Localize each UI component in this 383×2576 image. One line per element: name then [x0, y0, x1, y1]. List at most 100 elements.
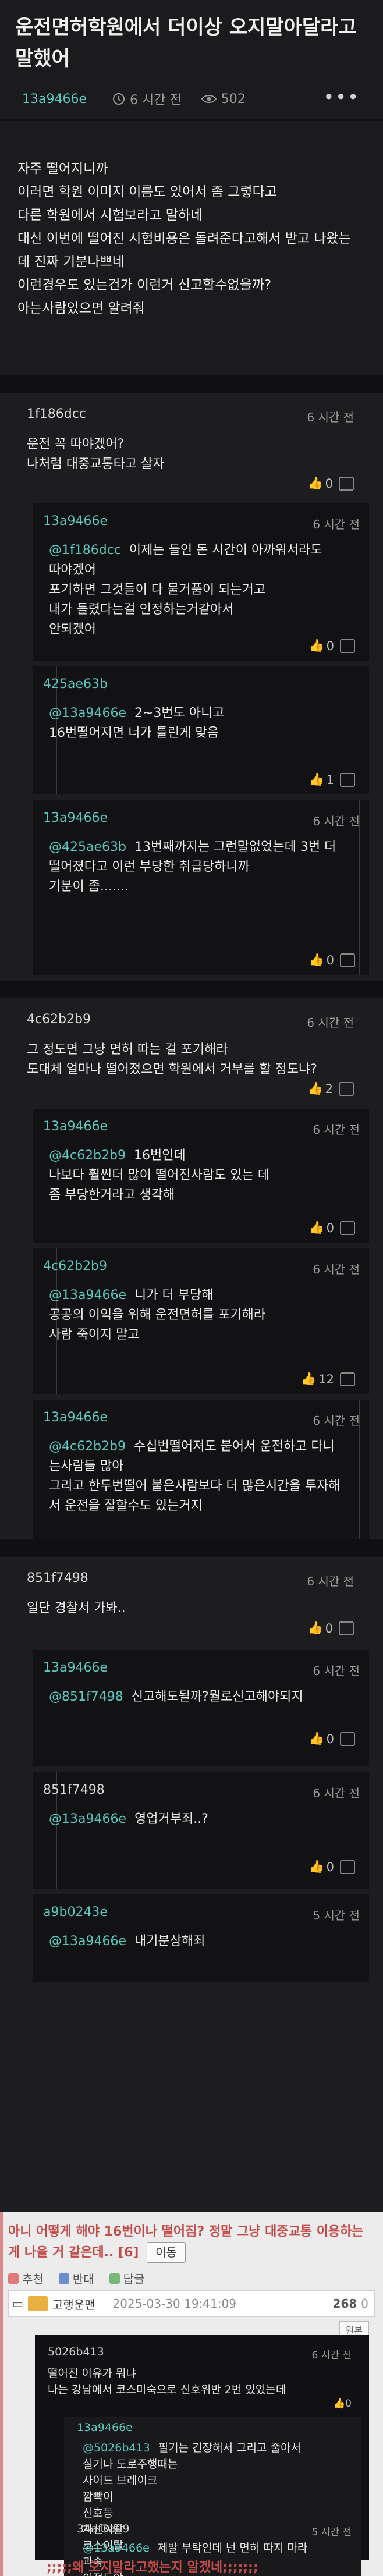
thumb-up-icon: 👍	[307, 1621, 323, 1635]
comment-time: 6 시간 전	[307, 1574, 354, 1588]
comment-text: 그 정도면 그냥 면허 따는 걸 포기해라 도대체 얼마나 떨어졌으면 학원에서…	[27, 1040, 317, 1080]
reply-line: 16번인데	[134, 1148, 186, 1163]
post-views-wrap: 502	[201, 92, 246, 107]
go-button[interactable]: 이동	[147, 2242, 186, 2263]
like-button[interactable]: 👍 0	[308, 1220, 355, 1235]
vote-row: 추천 반대 답글	[8, 2270, 144, 2287]
repost-num: 268 0	[333, 2297, 368, 2311]
thumb-down-icon[interactable]	[339, 1621, 354, 1635]
embed-text: @13a9466e 제발 부탁인데 넌 면허 따지 마라	[83, 2540, 307, 2556]
embed-like-count: 0	[345, 2398, 352, 2410]
thumb-down-icon[interactable]	[340, 772, 355, 787]
repost-user[interactable]: 고행운맨	[52, 2295, 95, 2312]
thumb-down-icon[interactable]	[340, 953, 355, 967]
like-button[interactable]: 👍 1	[308, 772, 355, 787]
mention-link[interactable]: @851f7498	[49, 1690, 123, 1704]
mention-link[interactable]: @425ae63b	[49, 840, 126, 854]
post-time-wrap: 6 시간 전	[112, 90, 182, 108]
like-button[interactable]: 👍 0	[307, 476, 354, 491]
reply-1: 13a9466e 6 시간 전 @851f7498 신고해도될까?뭘로신고해야되지…	[33, 1650, 369, 1766]
upvote-button[interactable]: 추천	[8, 2270, 44, 2287]
mention-link[interactable]: @1f186dcc	[49, 543, 121, 558]
reply-time: 5 시간 전	[313, 1908, 360, 1922]
clock-icon	[113, 93, 125, 105]
thumb-down-icon[interactable]	[339, 1081, 354, 1096]
more-menu-button[interactable]: •••	[323, 86, 360, 108]
thumb-up-icon: 👍	[308, 1860, 324, 1874]
comment-author[interactable]: 851f7498	[27, 1571, 88, 1585]
avatar	[27, 2296, 48, 2311]
reply-line: 이제는 들인 돈 시간이 아까워서라도	[129, 543, 322, 558]
mention-link[interactable]: @13a9466e	[49, 706, 126, 721]
comment-author[interactable]: 4c62b2b9	[27, 1012, 91, 1027]
repost-num-value: 268	[332, 2297, 357, 2311]
embed-line: 깜빡이	[83, 2490, 114, 2503]
embed-line: 떨어진 이유가 뭐냐	[48, 2367, 136, 2380]
upvote-label: 추천	[22, 2272, 44, 2286]
thumb-down-icon[interactable]	[340, 638, 355, 653]
post-author[interactable]: 13a9466e	[22, 92, 87, 107]
post-body-line: 대신 이번에 떨어진 시험비용은 돌려준다고해서 받고 나왔는	[17, 231, 351, 246]
reply-author[interactable]: 4c62b2b9	[43, 1259, 107, 1273]
like-button[interactable]: 👍 0	[307, 1621, 354, 1635]
reply-time: 6 시간 전	[313, 1414, 360, 1428]
like-button[interactable]: 👍 0	[308, 638, 355, 653]
reply-line: 포기하면 그것들이 다 물거품이 되는거고	[49, 583, 266, 597]
reply-author[interactable]: 13a9466e	[43, 1660, 108, 1675]
reply-author[interactable]: 13a9466e	[43, 1119, 108, 1134]
post-body-line: 자주 떨어지니까	[17, 161, 108, 176]
expand-icon[interactable]: ▭	[12, 2297, 23, 2311]
post-body-line: 데 진짜 기분나쁘네	[17, 254, 125, 269]
comment-author[interactable]: 1f186dcc	[27, 407, 86, 421]
reply-author[interactable]: 425ae63b	[43, 677, 108, 691]
mention-link[interactable]: @13a9466e	[49, 1812, 126, 1826]
post-header: 운전면허학원에서 더이상 오지말아달라고 말했어 13a9466e 6 시간 전…	[0, 0, 383, 375]
thumb-up-icon: 👍	[308, 638, 324, 652]
downvote-button[interactable]: 반대	[58, 2270, 94, 2287]
reply-time: 6 시간 전	[313, 1123, 360, 1137]
like-button[interactable]: 👍 2	[307, 1081, 354, 1096]
thumb-up-icon: 👍	[307, 1081, 323, 1095]
embed-line: 신호등	[83, 2507, 114, 2520]
repost-headline[interactable]: 아니 어떻게 해야 16번이나 떨어짐? 정말 그냥 대중교통 이용하는게 나을…	[8, 2222, 375, 2263]
thumb-down-icon[interactable]	[340, 1220, 355, 1235]
reply-author[interactable]: 851f7498	[43, 1783, 105, 1797]
like-count: 1	[326, 772, 334, 787]
reply-author[interactable]: 13a9466e	[43, 1410, 108, 1425]
like-count: 0	[326, 1220, 334, 1235]
reply-button[interactable]: 답글	[109, 2270, 144, 2287]
embed-like: 👍0	[333, 2398, 352, 2410]
thumb-down-icon[interactable]	[339, 476, 354, 491]
dark-fill	[0, 2005, 383, 2212]
thumb-up-icon: 👍	[308, 953, 324, 967]
reply-2: 851f7498 6 시간 전 @13a9466e 영업거부죄..? 👍 0	[33, 1772, 369, 1889]
reply-author[interactable]: a9b0243e	[43, 1905, 108, 1919]
like-button[interactable]: 👍 12	[301, 1372, 355, 1386]
thumb-down-icon[interactable]	[340, 1731, 355, 1746]
repost-headline-text[interactable]: 아니 어떻게 해야 16번이나 떨어짐? 정말 그냥 대중교통 이용하는게 나을…	[8, 2224, 364, 2260]
thumb-down-icon[interactable]	[340, 1372, 355, 1386]
like-count: 0	[326, 1860, 334, 1874]
mention-link[interactable]: @13a9466e	[49, 1934, 126, 1949]
mention-link[interactable]: @4c62b2b9	[49, 1439, 126, 1454]
post-body-line: 이러면 학원 이미지 이름도 있어서 좀 그렇다고	[17, 184, 277, 200]
section-gap	[0, 1539, 383, 1557]
post-time: 6 시간 전	[130, 93, 182, 108]
reply-line: 2~3번도 아니고	[134, 706, 225, 721]
comment-thread-2: 4c62b2b9 6 시간 전 그 정도면 그냥 면허 따는 걸 포기해라 도대…	[0, 998, 383, 1539]
reply-author[interactable]: 13a9466e	[43, 811, 108, 825]
thumb-down-icon[interactable]	[340, 1860, 355, 1874]
like-button[interactable]: 👍 0	[308, 1731, 355, 1746]
mention-link[interactable]: @4c62b2b9	[49, 1148, 126, 1163]
like-button[interactable]: 👍 0	[308, 953, 355, 967]
embed-time: 6 시간 전	[311, 2350, 352, 2361]
embed-mention: @5026b413	[83, 2442, 150, 2454]
reply-author[interactable]: 13a9466e	[43, 514, 108, 528]
like-button[interactable]: 👍 0	[308, 1860, 355, 1874]
comment-thread-3: 851f7498 6 시간 전 일단 경찰서 가봐.. 👍 0 13a9466e …	[0, 1557, 383, 2005]
embed-line: 사이드 브레이크	[83, 2474, 158, 2487]
reply-line: 내기분상해죄	[134, 1934, 205, 1949]
thumb-up-icon	[8, 2273, 19, 2284]
mention-link[interactable]: @13a9466e	[49, 1288, 126, 1303]
reply-line: 따야겠어	[49, 563, 96, 577]
